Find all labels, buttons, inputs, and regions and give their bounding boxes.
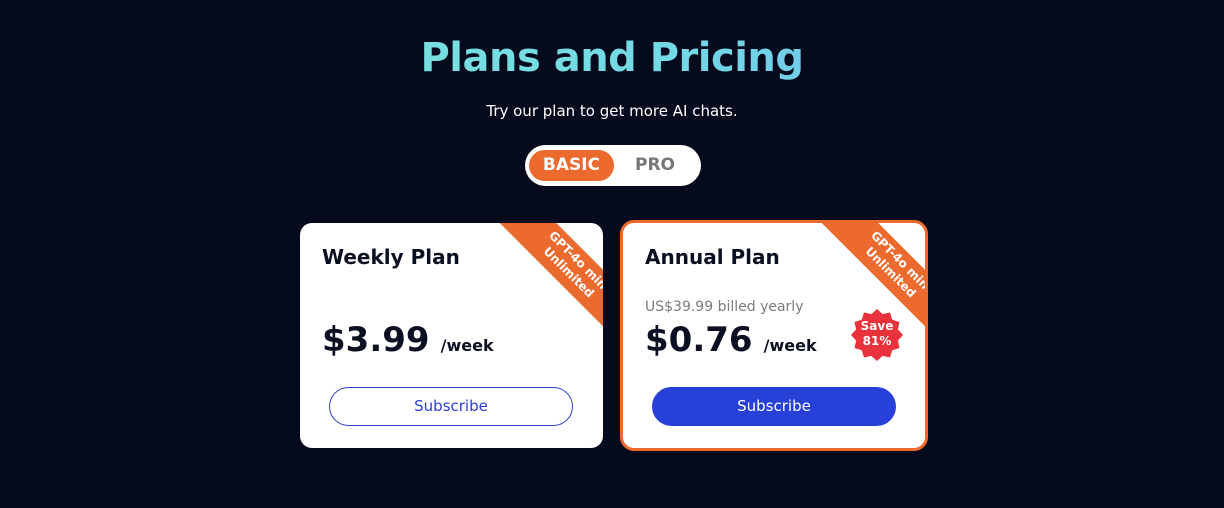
weekly-plan-card: Weekly Plan GPT-4o mini Unlimited $3.99 …: [300, 223, 603, 448]
badge-line-1: Save: [860, 319, 894, 333]
subscribe-weekly-button[interactable]: Subscribe: [329, 387, 573, 426]
plan-name: Annual Plan: [645, 245, 780, 269]
billed-yearly-text: US$39.99 billed yearly: [645, 299, 804, 315]
page-subtitle: Try our plan to get more AI chats.: [486, 102, 738, 120]
plan-name: Weekly Plan: [322, 245, 460, 269]
price-row: $3.99 /week: [322, 315, 494, 365]
save-badge: Save 81%: [849, 307, 905, 363]
ribbon-line-1: GPT-4o mini: [546, 228, 603, 295]
subscribe-annual-button[interactable]: Subscribe: [652, 387, 896, 426]
plan-period: /week: [440, 336, 494, 355]
plan-period: /week: [763, 336, 817, 355]
plan-price: $0.76: [645, 320, 753, 360]
plan-type-toggle[interactable]: BASIC PRO: [525, 145, 701, 186]
plan-price: $3.99: [322, 320, 430, 360]
toggle-pro[interactable]: PRO: [615, 150, 695, 181]
page-title: Plans and Pricing: [0, 30, 1224, 86]
price-row: $0.76 /week: [645, 315, 817, 365]
toggle-basic[interactable]: BASIC: [529, 150, 614, 181]
annual-plan-card: Annual Plan GPT-4o mini Unlimited US$39.…: [620, 220, 928, 451]
badge-line-2: 81%: [862, 334, 892, 348]
